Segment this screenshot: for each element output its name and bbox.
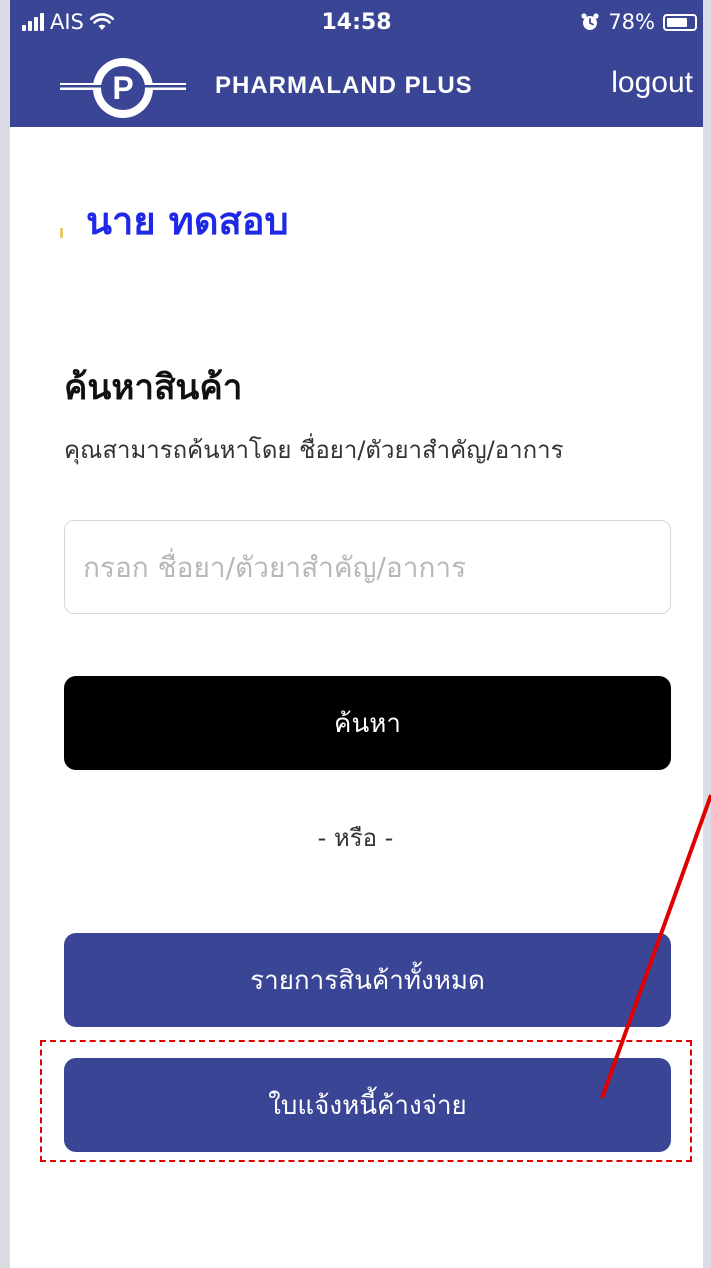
alarm-clock-icon	[581, 13, 599, 30]
battery-icon	[663, 13, 697, 31]
logo-letter: P	[112, 70, 133, 106]
status-right: 78%	[580, 10, 697, 34]
brand-name: PHARMALAND PLUS	[215, 72, 473, 99]
all-products-button-label: รายการสินค้าทั้งหมด	[250, 965, 485, 996]
or-divider: - หรือ -	[317, 824, 394, 852]
battery-percent: 78%	[608, 10, 655, 34]
app-header: AIS 14:58 78% P PHARMALAND PLUS logout	[10, 0, 703, 127]
search-button[interactable]: ค้นหา	[64, 676, 671, 770]
right-edge-margin	[703, 0, 711, 1268]
search-button-label: ค้นหา	[334, 708, 401, 739]
search-title: ค้นหาสินค้า	[64, 368, 243, 408]
all-products-button[interactable]: รายการสินค้าทั้งหมด	[64, 933, 671, 1027]
battery-level-fill	[667, 17, 687, 27]
nav-bar: P PHARMALAND PLUS logout	[10, 48, 703, 127]
search-input[interactable]	[64, 520, 671, 614]
user-name: นาย ทดสอบ	[86, 198, 289, 243]
left-edge-margin	[0, 0, 10, 1268]
pharmaland-logo: P	[60, 58, 186, 118]
logout-link[interactable]: logout	[611, 66, 693, 100]
app-screen: AIS 14:58 78% P PHARMALAND PLUS logout น…	[0, 0, 711, 1268]
search-subtitle: คุณสามารถค้นหาโดย ชื่อยา/ตัวยาสำคัญ/อากา…	[64, 436, 564, 464]
outstanding-invoice-button[interactable]: ใบแจ้งหนี้ค้างจ่าย	[64, 1058, 671, 1152]
outstanding-invoice-button-label: ใบแจ้งหนี้ค้างจ่าย	[268, 1090, 467, 1121]
user-name-marker	[60, 228, 63, 238]
status-bar: AIS 14:58 78%	[10, 0, 703, 48]
